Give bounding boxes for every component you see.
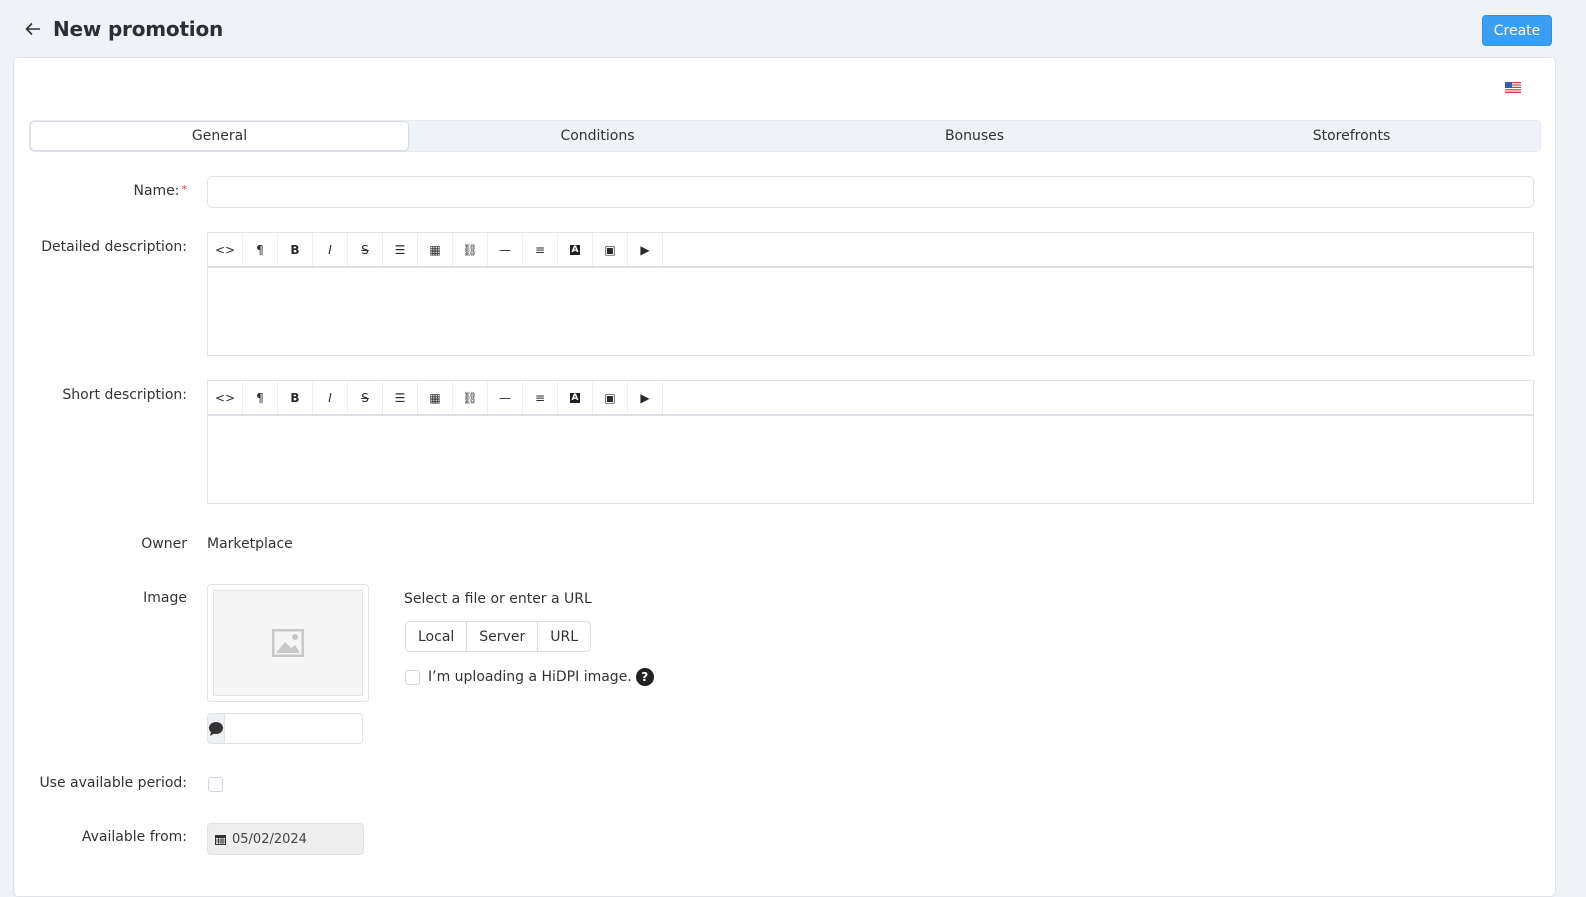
tab-conditions[interactable]: Conditions [409, 121, 786, 151]
table-icon[interactable]: ▦ [418, 233, 453, 266]
page-title: New promotion [53, 17, 224, 41]
server-source-button[interactable]: Server [467, 622, 539, 651]
bold-icon[interactable]: B [278, 381, 313, 414]
tab-storefronts[interactable]: Storefronts [1163, 121, 1540, 151]
detailed-description-textarea[interactable] [208, 268, 1533, 355]
strikethrough-icon[interactable]: S [348, 381, 383, 414]
hidpi-label: I’m uploading a HiDPI image. [428, 669, 632, 685]
bold-icon[interactable]: B [278, 233, 313, 266]
use-available-period-checkbox[interactable] [208, 777, 223, 792]
font-color-icon[interactable]: A [558, 233, 593, 266]
available-from-field[interactable]: 05/02/2024 [207, 823, 364, 855]
link-icon[interactable]: ⛓ [453, 233, 488, 266]
tab-bonuses[interactable]: Bonuses [786, 121, 1163, 151]
owner-label: Owner [141, 536, 187, 552]
image-placeholder-icon [272, 629, 304, 657]
image-placeholder [213, 590, 363, 696]
form-card: General Conditions Bonuses Storefronts N… [13, 57, 1556, 897]
paragraph-icon[interactable]: ¶ [243, 381, 278, 414]
calendar-icon [215, 834, 226, 845]
available-from-value: 05/02/2024 [232, 831, 307, 847]
italic-icon[interactable]: I [313, 233, 348, 266]
select-file-text: Select a file or enter a URL [404, 591, 592, 607]
bullet-list-icon[interactable]: ☰ [383, 233, 418, 266]
table-icon[interactable]: ▦ [418, 381, 453, 414]
name-label-text: Name: [133, 183, 180, 199]
image-source-buttons: Local Server URL [405, 621, 591, 652]
horizontal-rule-icon[interactable]: — [488, 233, 523, 266]
short-description-label: Short description: [62, 387, 187, 403]
image-preview[interactable] [207, 584, 369, 702]
image-label: Image [143, 590, 187, 606]
owner-value: Marketplace [207, 536, 293, 552]
image-icon[interactable]: ▣ [593, 233, 628, 266]
strikethrough-icon[interactable]: S [348, 233, 383, 266]
paragraph-icon[interactable]: ¶ [243, 233, 278, 266]
help-icon[interactable]: ? [635, 668, 654, 686]
align-icon[interactable]: ≡ [523, 381, 558, 414]
comment-icon [208, 714, 225, 743]
font-color-icon[interactable]: A [558, 381, 593, 414]
bullet-list-icon[interactable]: ☰ [383, 381, 418, 414]
name-input[interactable] [207, 176, 1534, 208]
create-button[interactable]: Create [1482, 15, 1552, 46]
local-source-button[interactable]: Local [406, 622, 468, 651]
short-description-textarea[interactable] [208, 416, 1533, 503]
short-description-editor: <> ¶ B I S ☰ ▦ ⛓ — ≡ A ▣ ▶ [207, 380, 1534, 504]
align-icon[interactable]: ≡ [523, 233, 558, 266]
horizontal-rule-icon[interactable]: — [488, 381, 523, 414]
url-source-button[interactable]: URL [538, 622, 590, 651]
code-view-icon[interactable]: <> [208, 233, 243, 266]
image-alt-input[interactable] [225, 714, 362, 743]
italic-icon[interactable]: I [313, 381, 348, 414]
link-icon[interactable]: ⛓ [453, 381, 488, 414]
video-icon[interactable]: ▶ [628, 233, 663, 266]
image-icon[interactable]: ▣ [593, 381, 628, 414]
tab-bar: General Conditions Bonuses Storefronts [29, 120, 1541, 152]
code-view-icon[interactable]: <> [208, 381, 243, 414]
editor-toolbar: <> ¶ B I S ☰ ▦ ⛓ — ≡ A ▣ ▶ [208, 233, 1533, 268]
back-arrow-icon[interactable] [24, 20, 42, 38]
us-flag-icon[interactable] [1505, 82, 1521, 93]
use-available-period-label: Use available period: [39, 775, 187, 791]
name-label: Name: * [133, 183, 187, 199]
required-asterisk: * [181, 183, 188, 196]
hidpi-checkbox[interactable] [405, 669, 420, 685]
editor-toolbar: <> ¶ B I S ☰ ▦ ⛓ — ≡ A ▣ ▶ [208, 381, 1533, 416]
tab-general[interactable]: General [30, 121, 409, 151]
video-icon[interactable]: ▶ [628, 381, 663, 414]
detailed-description-label: Detailed description: [41, 239, 187, 255]
available-from-label: Available from: [81, 829, 187, 845]
image-alt-group [207, 713, 363, 744]
hidpi-option: I’m uploading a HiDPI image. ? [405, 668, 654, 686]
page-header: New promotion Create [0, 0, 1586, 58]
detailed-description-editor: <> ¶ B I S ☰ ▦ ⛓ — ≡ A ▣ ▶ [207, 232, 1534, 356]
